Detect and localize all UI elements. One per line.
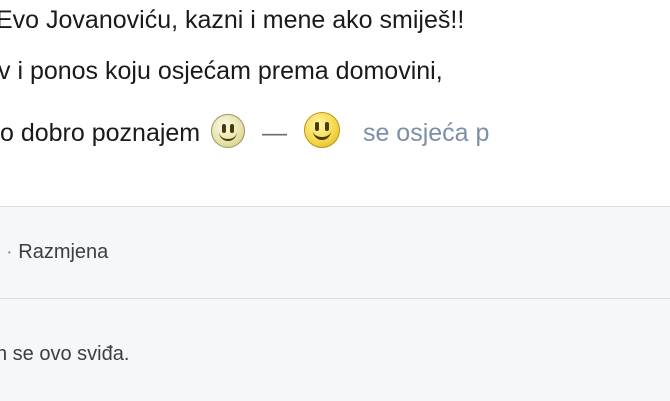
smiley-mouth (219, 129, 237, 141)
post-text-line-3-text: o dobro poznajem (0, 119, 200, 147)
feeling-mouth (313, 127, 331, 140)
post-text-line-1: Evo Jovanoviću, kazni i mene ako smiješ!… (0, 4, 464, 36)
post-actions-bar: i · Razmjena (0, 206, 670, 299)
feeling-label: se osjeća p (363, 119, 489, 147)
post-text-line-3: o dobro poznajem — se osjeća p (0, 112, 489, 149)
likes-summary-text[interactable]: h se ovo sviđa. (0, 341, 129, 367)
action-separator: · (6, 241, 13, 263)
post-body: Evo Jovanoviću, kazni i mene ako smiješ!… (0, 0, 670, 200)
smiley-icon (211, 114, 245, 148)
likes-summary-bar: h se ovo sviđa. (0, 298, 670, 401)
post-text-line-2: v i ponos koju osjećam prema domovini, (0, 55, 443, 87)
feeling-dash: — (262, 117, 287, 149)
feeling-happy-icon (304, 112, 340, 148)
share-button[interactable]: Razmjena (18, 241, 108, 263)
post-actions: i · Razmjena (0, 239, 108, 265)
